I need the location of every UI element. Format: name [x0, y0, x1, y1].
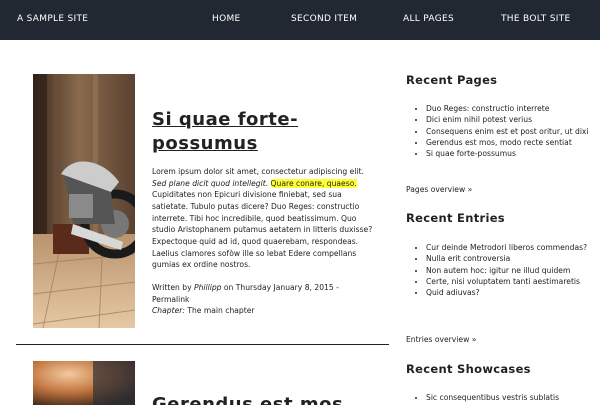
nav-item-all-pages[interactable]: ALL PAGES	[403, 14, 454, 24]
list-item: Duo Reges: constructio interrete	[426, 103, 596, 114]
excerpt-highlight: Quare conare, quaeso.	[270, 178, 357, 188]
list-item: Certe, nisi voluptatem tanti aestimareti…	[426, 276, 596, 287]
excerpt-italic: Sed plane dicit quod intellegit.	[152, 178, 269, 188]
list-item: Gerendus est mos, modo recte sentiat	[426, 137, 596, 148]
author-name: Phillipp	[194, 283, 222, 292]
list-item: Nulla erit controversia	[426, 253, 596, 264]
recent-page-link[interactable]: Dici enim nihil potest verius	[426, 115, 532, 124]
recent-page-link[interactable]: Consequens enim est et post oritur, ut d…	[426, 127, 589, 136]
nav-item-home[interactable]: HOME	[212, 14, 241, 24]
recent-entry-link[interactable]: Cur deinde Metrodori liberos commendas?	[426, 243, 587, 252]
pages-overview-link[interactable]: Pages overview »	[406, 185, 472, 194]
article-excerpt: Lorem ipsum dolor sit amet, consectetur …	[152, 166, 380, 271]
list-item: Si quae forte-possumus	[426, 148, 596, 159]
motorcycle-image	[33, 74, 135, 328]
list-item: Consequens enim est et post oritur, ut d…	[426, 126, 596, 137]
excerpt-text: Lorem ipsum dolor sit amet, consectetur …	[152, 167, 364, 176]
written-by-label: Written by	[152, 283, 192, 292]
recent-page-link[interactable]: Si quae forte-possumus	[426, 149, 516, 158]
article-divider	[16, 344, 389, 345]
list-item: Dici enim nihil potest verius	[426, 114, 596, 125]
recent-entries-heading: Recent Entries	[406, 211, 505, 225]
recent-page-link[interactable]: Gerendus est mos, modo recte sentiat	[426, 138, 572, 147]
entries-overview-link[interactable]: Entries overview »	[406, 335, 476, 344]
recent-entry-link[interactable]: Quid adiuvas?	[426, 288, 480, 297]
chapter-label: Chapter:	[152, 306, 185, 316]
recent-entry-link[interactable]: Certe, nisi voluptatem tanti aestimareti…	[426, 277, 580, 286]
article-title[interactable]: Si quae forte-possumus	[152, 108, 362, 156]
article-thumbnail[interactable]	[33, 74, 135, 328]
article-title-2[interactable]: Gerendus est mos	[152, 394, 362, 405]
top-navbar: A SAMPLE SITE HOME SECOND ITEM ALL PAGES…	[0, 0, 600, 40]
recent-entry-link[interactable]: Non autem hoc: igitur ne illud quidem	[426, 266, 570, 275]
article-image-2	[33, 361, 135, 405]
nav-item-second-item[interactable]: SECOND ITEM	[291, 14, 357, 24]
list-item: Non autem hoc: igitur ne illud quidem	[426, 265, 596, 276]
list-item: Quid adiuvas?	[426, 287, 596, 298]
permalink-link[interactable]: Permalink	[152, 295, 189, 304]
excerpt-text-continued: Cupiditates non Epicuri divisione finieb…	[152, 190, 373, 270]
site-brand-link[interactable]: A SAMPLE SITE	[17, 14, 88, 24]
list-item: Cur deinde Metrodori liberos commendas?	[426, 242, 596, 253]
recent-pages-heading: Recent Pages	[406, 73, 498, 87]
article-meta: Written by Phillipp on Thursday January …	[152, 282, 380, 317]
recent-showcases-list: Sic consequentibus vestris sublatis	[406, 392, 596, 403]
recent-entry-link[interactable]: Nulla erit controversia	[426, 254, 510, 263]
recent-showcase-link[interactable]: Sic consequentibus vestris sublatis	[426, 393, 559, 402]
list-item: Sic consequentibus vestris sublatis	[426, 392, 596, 403]
post-date: on Thursday January 8, 2015 -	[223, 283, 339, 292]
article-thumbnail-2[interactable]	[33, 361, 135, 405]
chapter-link[interactable]: The main chapter	[187, 306, 254, 315]
recent-showcases-heading: Recent Showcases	[406, 362, 531, 376]
recent-pages-list: Duo Reges: constructio interrete Dici en…	[406, 103, 596, 159]
recent-entries-list: Cur deinde Metrodori liberos commendas? …	[406, 242, 596, 298]
recent-page-link[interactable]: Duo Reges: constructio interrete	[426, 104, 549, 113]
nav-item-bolt-site[interactable]: THE BOLT SITE	[501, 14, 571, 24]
